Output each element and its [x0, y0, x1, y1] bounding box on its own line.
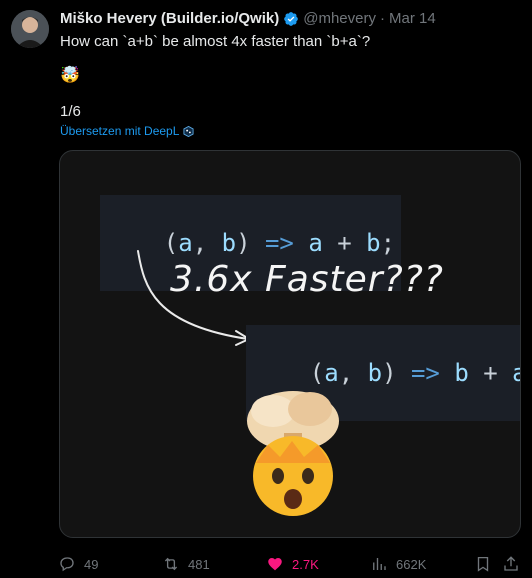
separator-dot: · [379, 10, 385, 27]
deepl-icon [183, 125, 194, 137]
exploding-head-emoji: 🤯 [228, 381, 358, 521]
action-bar: 49 481 2.7K 662K [58, 554, 518, 574]
tweet-date[interactable]: Mar 14 [389, 10, 436, 27]
reply-button[interactable]: 49 [58, 554, 98, 574]
views-count: 662K [396, 556, 427, 572]
share-icon [504, 556, 518, 571]
retweet-count: 481 [188, 556, 210, 572]
author-handle[interactable]: @mhevery [303, 10, 376, 27]
bookmark-button[interactable] [474, 554, 500, 574]
retweet-button[interactable]: 481 [162, 554, 210, 574]
avatar[interactable] [11, 10, 49, 48]
media-image[interactable]: (a, b) => a + b; 3.6x Faster??? (a, b) =… [59, 150, 521, 538]
tweet-header: Miško Hevery (Builder.io/Qwik) @mhevery … [60, 10, 436, 27]
exploding-head-icon [247, 391, 339, 516]
translate-label[interactable]: Übersetzen mit DeepL [60, 124, 179, 138]
like-count: 2.7K [292, 556, 319, 572]
heart-icon [268, 558, 282, 571]
views-button[interactable]: 662K [370, 554, 426, 574]
curved-arrow-icon [137, 250, 250, 346]
like-button[interactable]: 2.7K [266, 554, 319, 574]
tweet-text-line: How can `a+b` be almost 4x faster than `… [60, 33, 371, 50]
share-button[interactable] [502, 554, 528, 574]
reply-count: 49 [84, 556, 99, 572]
author-name[interactable]: Miško Hevery (Builder.io/Qwik) [60, 10, 279, 27]
tweet-emoji: 🤯 [60, 67, 80, 84]
bar-chart-icon [373, 558, 386, 570]
retweet-icon [164, 557, 178, 571]
translate-link[interactable]: Übersetzen mit DeepL [60, 124, 194, 138]
thread-counter: 1/6 [60, 103, 81, 120]
bookmark-icon [477, 556, 489, 572]
verified-badge-icon [283, 11, 299, 27]
avatar-image [11, 10, 49, 48]
reply-icon [60, 557, 74, 572]
